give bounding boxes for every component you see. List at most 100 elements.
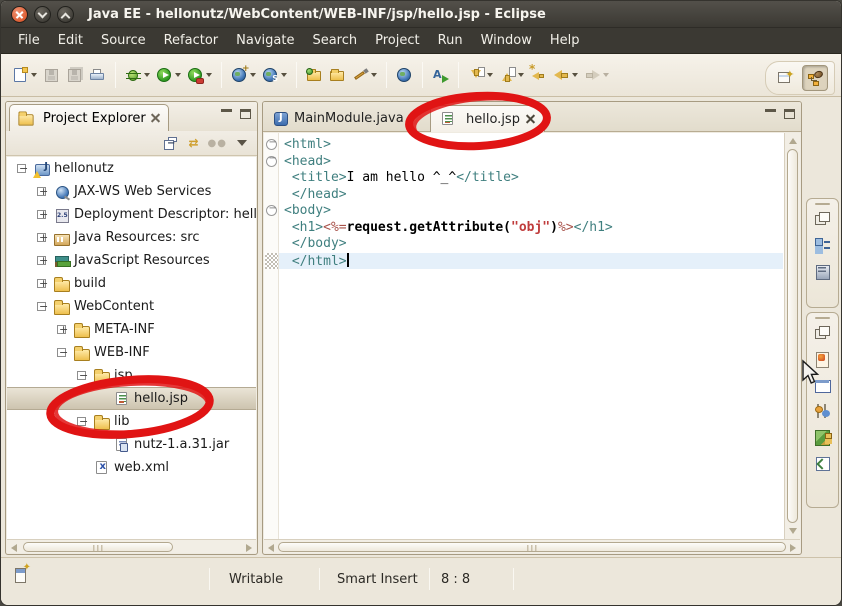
menu-help[interactable]: Help bbox=[541, 28, 589, 53]
run-button[interactable] bbox=[153, 61, 184, 89]
code-line-7[interactable]: </body> bbox=[279, 236, 783, 253]
servers-view-icon[interactable] bbox=[814, 263, 831, 280]
tree-item-meta-inf[interactable]: META-INF bbox=[7, 318, 256, 341]
run-last-button[interactable] bbox=[184, 61, 215, 89]
tree-item-web-xml[interactable]: web.xml bbox=[7, 456, 256, 479]
tree-expander-icon[interactable] bbox=[37, 210, 46, 219]
fold-collapse-icon[interactable] bbox=[266, 205, 277, 216]
tab-project-explorer[interactable]: Project Explorer bbox=[9, 104, 169, 131]
menu-refactor[interactable]: Refactor bbox=[155, 28, 228, 53]
editor-tab-mainmodule-java[interactable]: MainModule.java bbox=[265, 105, 413, 132]
forward-button[interactable] bbox=[581, 61, 612, 89]
tree-item-build[interactable]: build bbox=[7, 272, 256, 295]
outline-view-icon[interactable] bbox=[814, 237, 831, 254]
tree-expander-icon[interactable] bbox=[37, 187, 46, 196]
debug-button[interactable] bbox=[122, 61, 153, 89]
palette-view-icon[interactable] bbox=[814, 429, 831, 446]
menu-run[interactable]: Run bbox=[429, 28, 472, 53]
tree-item-jax-ws-web-services[interactable]: JAX-WS Web Services bbox=[7, 180, 256, 203]
link-with-editor-icon[interactable]: ⇄ bbox=[188, 136, 197, 150]
new-web-service-button[interactable]: + bbox=[228, 61, 259, 89]
code-line-4[interactable]: </head> bbox=[279, 187, 783, 204]
close-view-icon[interactable] bbox=[151, 114, 160, 123]
fast-view-icon[interactable] bbox=[15, 568, 26, 583]
tree-item-hello-jsp[interactable]: hello.jsp bbox=[7, 387, 256, 410]
code-line-5[interactable]: <body> bbox=[279, 203, 783, 220]
tree-expander-icon[interactable] bbox=[37, 279, 46, 288]
tree-item-java-resources-src[interactable]: Java Resources: src bbox=[7, 226, 256, 249]
menu-edit[interactable]: Edit bbox=[49, 28, 92, 53]
editor-hscrollbar[interactable] bbox=[264, 539, 800, 553]
restore-view-icon[interactable] bbox=[814, 325, 831, 342]
next-annotation-button[interactable] bbox=[465, 61, 496, 89]
code-line-3[interactable]: <title>I am hello ^_^</title> bbox=[279, 170, 783, 187]
view-menu-icon[interactable] bbox=[237, 140, 247, 146]
editor-gutter[interactable] bbox=[264, 133, 279, 539]
close-window-icon[interactable] bbox=[11, 6, 28, 23]
minimize-editor-icon[interactable] bbox=[765, 109, 776, 118]
console-view-icon[interactable] bbox=[814, 403, 831, 420]
minimize-view-icon[interactable] bbox=[221, 109, 232, 118]
menu-navigate[interactable]: Navigate bbox=[227, 28, 303, 53]
javaee-perspective-button[interactable] bbox=[802, 65, 828, 91]
menu-source[interactable]: Source bbox=[92, 28, 155, 53]
maximize-window-icon[interactable] bbox=[57, 6, 74, 23]
properties-view-icon[interactable] bbox=[814, 377, 831, 394]
code-line-2[interactable]: <head> bbox=[279, 154, 783, 171]
minimize-window-icon[interactable] bbox=[34, 6, 51, 23]
previous-annotation-button[interactable] bbox=[496, 61, 527, 89]
tree-expander-icon[interactable] bbox=[57, 348, 66, 357]
save-all-button[interactable] bbox=[63, 61, 86, 89]
tree-expander-icon[interactable] bbox=[57, 325, 66, 334]
tree-expander-icon[interactable] bbox=[37, 302, 46, 311]
back-button[interactable] bbox=[550, 61, 581, 89]
tree-item-nutz-1-a-31-jar[interactable]: nutz-1.a.31.jar bbox=[7, 433, 256, 456]
last-edit-location-button[interactable]: * bbox=[527, 61, 550, 89]
tree-expander-icon[interactable] bbox=[37, 233, 46, 242]
editor-panel: MainModule.java hello.jsp <html><head> <t… bbox=[262, 101, 802, 555]
filters-icon[interactable]: ●● bbox=[208, 138, 227, 149]
debug-icon bbox=[125, 67, 142, 84]
editor-tab-hello-jsp[interactable]: hello.jsp bbox=[430, 105, 545, 132]
fold-collapse-icon[interactable] bbox=[266, 156, 277, 167]
tree-expander-icon[interactable] bbox=[77, 371, 86, 380]
import-folder-button[interactable] bbox=[303, 61, 326, 89]
tree-item-webcontent[interactable]: WebContent bbox=[7, 295, 256, 318]
open-perspective-button[interactable]: ✦ bbox=[772, 65, 798, 91]
code-line-1[interactable]: <html> bbox=[279, 137, 783, 154]
print-button[interactable] bbox=[86, 61, 109, 89]
tree-item-javascript-resources[interactable]: JavaScript Resources bbox=[7, 249, 256, 272]
tree-expander-icon[interactable] bbox=[37, 256, 46, 265]
close-tab-icon[interactable] bbox=[526, 115, 535, 124]
editor-vscrollbar[interactable] bbox=[784, 133, 800, 539]
tree-expander-icon[interactable] bbox=[77, 417, 86, 426]
tree-item-jsp[interactable]: jsp bbox=[7, 364, 256, 387]
open-web-browser-button[interactable] bbox=[393, 61, 416, 89]
watch-expression-button[interactable]: A bbox=[429, 61, 452, 89]
snippets-view-icon[interactable] bbox=[814, 351, 831, 368]
menu-file[interactable]: File bbox=[9, 28, 49, 53]
project-tree-hscrollbar[interactable] bbox=[7, 539, 256, 553]
fold-collapse-icon[interactable] bbox=[266, 139, 277, 150]
new-wizard-button[interactable] bbox=[9, 61, 40, 89]
maximize-view-icon[interactable] bbox=[240, 109, 251, 119]
tree-item-deployment-descriptor-hello[interactable]: Deployment Descriptor: hello bbox=[7, 203, 256, 226]
tree-expander-icon[interactable] bbox=[17, 164, 26, 173]
menu-search[interactable]: Search bbox=[303, 28, 366, 53]
tasks-view-icon[interactable] bbox=[814, 455, 831, 472]
code-line-6[interactable]: <h1><%=request.getAttribute("obj")%></h1… bbox=[279, 220, 783, 237]
menu-project[interactable]: Project bbox=[366, 28, 428, 53]
save-button[interactable] bbox=[40, 61, 63, 89]
menu-window[interactable]: Window bbox=[472, 28, 541, 53]
mark-text-button[interactable] bbox=[349, 61, 380, 89]
tree-item-web-inf[interactable]: WEB-INF bbox=[7, 341, 256, 364]
code-line-8[interactable]: </html> bbox=[279, 253, 783, 270]
tree-item-hellonutz[interactable]: hellonutz bbox=[7, 157, 256, 180]
web-service-client-button[interactable]: S bbox=[259, 61, 290, 89]
open-folder-button[interactable] bbox=[326, 61, 349, 89]
maximize-editor-icon[interactable] bbox=[784, 109, 795, 119]
restore-view-icon[interactable] bbox=[814, 211, 831, 228]
code-area[interactable]: <html><head> <title>I am hello ^_^</titl… bbox=[279, 133, 783, 539]
collapse-all-icon[interactable] bbox=[164, 137, 178, 150]
tree-item-lib[interactable]: lib bbox=[7, 410, 256, 433]
